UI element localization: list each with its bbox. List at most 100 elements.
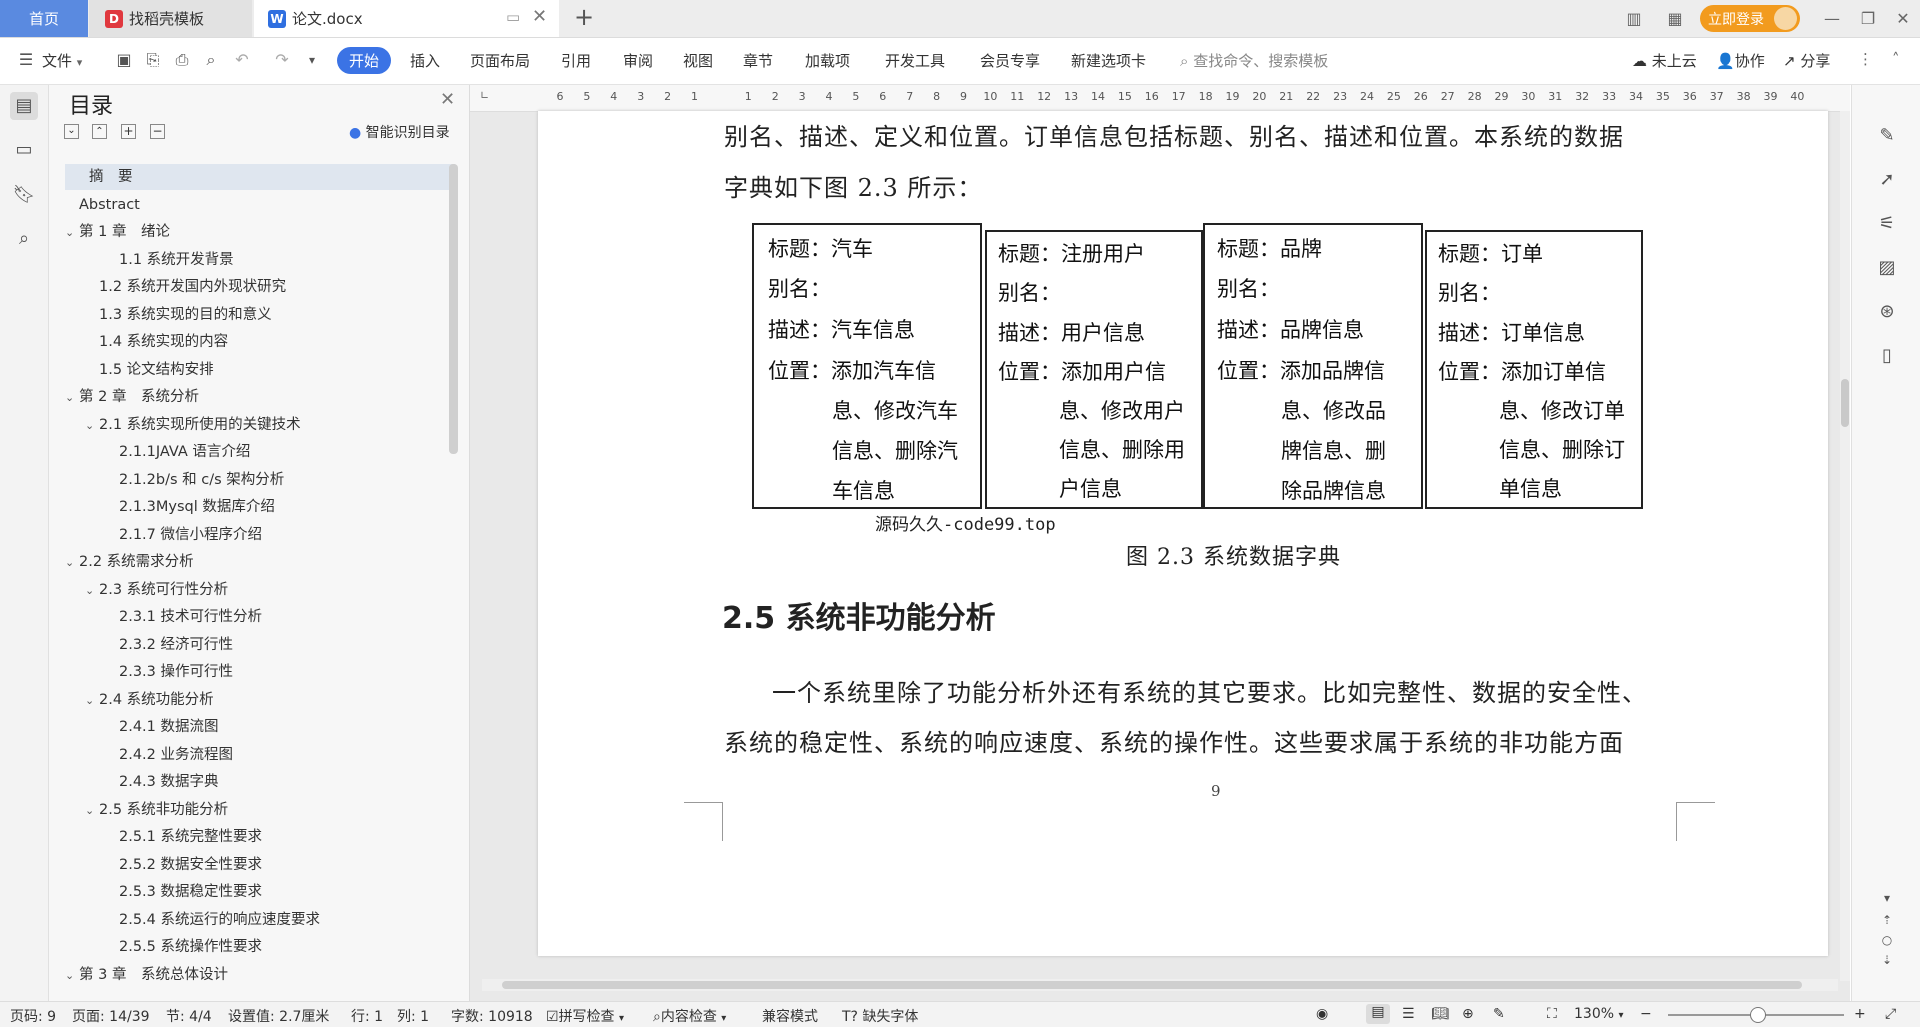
toc-item[interactable]: 2.5.5 系统操作性要求 bbox=[105, 934, 262, 960]
horizontal-ruler[interactable]: ∟ 6 5 4 3 2 1 1 2 3 4 5 6 7 8 9 10 11 12 13 14 15 16 17 18 19 20 2… bbox=[470, 85, 1860, 112]
status-pages[interactable]: 页面: 14/39 bbox=[72, 1006, 150, 1026]
expand-arrow-icon[interactable]: ⌄ bbox=[85, 413, 99, 439]
status-row[interactable]: 行: 1 bbox=[351, 1006, 383, 1026]
restore-icon[interactable]: ❐ bbox=[1856, 7, 1880, 31]
tab-reference[interactable]: 引用 bbox=[561, 50, 591, 71]
tab-chapter[interactable]: 章节 bbox=[743, 50, 773, 71]
toc-scrollbar[interactable] bbox=[449, 164, 458, 454]
toc-item[interactable]: ⌄ 2.1 系统实现所使用的关键技术 bbox=[85, 412, 301, 438]
write-mode-icon[interactable]: ✎ bbox=[1493, 1006, 1505, 1022]
close-window-icon[interactable]: ✕ bbox=[1891, 7, 1915, 31]
toc-item[interactable]: 2.5.2 数据安全性要求 bbox=[105, 852, 262, 878]
fullscreen-icon[interactable]: ⤢ bbox=[1885, 1006, 1896, 1022]
tab-document[interactable]: W 论文.docx ▭ ✕ bbox=[254, 0, 559, 37]
expand-arrow-icon[interactable]: ⌄ bbox=[85, 578, 99, 604]
collapse-all-icon[interactable]: ⌃ bbox=[92, 124, 107, 139]
expand-arrow-icon[interactable]: ⌄ bbox=[65, 220, 79, 246]
undo-icon[interactable]: ↶ bbox=[232, 50, 252, 70]
tab-template[interactable]: D 找稻壳模板 bbox=[89, 0, 252, 37]
chapter-nav-icon[interactable]: ▭ bbox=[10, 136, 38, 164]
outline-view-icon[interactable]: ☰ bbox=[1402, 1006, 1415, 1022]
toc-item[interactable]: 2.1.7 微信小程序介绍 bbox=[105, 522, 262, 548]
doc-hscroll-thumb[interactable] bbox=[502, 981, 1802, 989]
tab-review[interactable]: 审阅 bbox=[623, 50, 653, 71]
zoom-dropdown[interactable]: 130% ▾ bbox=[1574, 1006, 1624, 1022]
add-item-icon[interactable]: + bbox=[121, 124, 136, 139]
toc-item[interactable]: 1.2 系统开发国内外现状研究 bbox=[85, 274, 286, 300]
toc-icon[interactable]: ▤ bbox=[10, 92, 38, 120]
pen-icon[interactable]: ✎ bbox=[1874, 123, 1900, 149]
toc-item[interactable]: 2.4.1 数据流图 bbox=[105, 714, 219, 740]
page-view-icon[interactable]: ▤ bbox=[1366, 1004, 1390, 1024]
bookmark-icon[interactable]: 🔖︎ bbox=[10, 181, 38, 209]
file-menu[interactable]: 文件 ▾ bbox=[42, 50, 82, 71]
tab-developer[interactable]: 开发工具 bbox=[885, 50, 945, 71]
spell-check-button[interactable]: ☑拼写检查 ▾ bbox=[546, 1006, 624, 1026]
layout-icon[interactable]: ▥ bbox=[1622, 7, 1646, 31]
remove-item-icon[interactable]: − bbox=[150, 124, 165, 139]
toc-item[interactable]: 1.3 系统实现的目的和意义 bbox=[85, 302, 272, 328]
toc-item[interactable]: 1.1 系统开发背景 bbox=[105, 247, 234, 273]
toc-item[interactable]: 2.3.3 操作可行性 bbox=[105, 659, 233, 685]
toc-item[interactable]: 2.4.3 数据字典 bbox=[105, 769, 219, 795]
grid-icon[interactable]: ▦ bbox=[1663, 7, 1687, 31]
expand-all-icon[interactable]: ⌄ bbox=[64, 124, 79, 139]
toc-item[interactable]: Abstract bbox=[65, 192, 140, 218]
toc-item[interactable]: 2.5.1 系统完整性要求 bbox=[105, 824, 262, 850]
close-panel-icon[interactable]: ✕ bbox=[440, 89, 455, 110]
print-preview-icon[interactable]: ⌕ bbox=[201, 50, 221, 70]
status-words[interactable]: 字数: 10918 bbox=[451, 1006, 533, 1026]
tab-addins[interactable]: 加载项 bbox=[805, 50, 850, 71]
content-check-button[interactable]: ⌕内容检查 ▾ bbox=[653, 1006, 726, 1026]
export-pdf-icon[interactable]: ⎘ bbox=[143, 50, 163, 70]
status-col[interactable]: 列: 1 bbox=[397, 1006, 429, 1026]
more-icon[interactable]: ⋮ bbox=[1858, 50, 1873, 68]
zoom-slider-thumb[interactable] bbox=[1750, 1007, 1766, 1023]
toc-item[interactable]: ⌄ 2.2 系统需求分析 bbox=[65, 549, 194, 575]
toc-item[interactable]: 2.5.3 数据稳定性要求 bbox=[105, 879, 262, 905]
tab-view[interactable]: 视图 bbox=[683, 50, 713, 71]
document-page[interactable]: 别名、描述、定义和位置。订单信息包括标题、别名、描述和位置。本系统的数据 字典如… bbox=[538, 111, 1828, 956]
next-page-icon[interactable]: ⇣ bbox=[1874, 947, 1900, 973]
cloud-button[interactable]: ☁ 未上云 bbox=[1632, 50, 1697, 71]
search-icon[interactable]: ⌕ bbox=[10, 225, 38, 253]
toc-item[interactable]: 1.4 系统实现的内容 bbox=[85, 329, 228, 355]
share-button[interactable]: ↗ 分享 bbox=[1783, 50, 1830, 71]
fit-page-icon[interactable]: ⛶ bbox=[1547, 1006, 1557, 1022]
print-icon[interactable]: ⎙ bbox=[172, 50, 192, 70]
toc-item[interactable]: ⌄ 2.5 系统非功能分析 bbox=[85, 797, 228, 823]
read-view-icon[interactable]: 📖︎ bbox=[1431, 1006, 1449, 1022]
tab-insert[interactable]: 插入 bbox=[410, 50, 440, 71]
toc-item[interactable]: ⌄ 第 1 章 绪论 bbox=[65, 219, 170, 245]
adjust-icon[interactable]: ⚟ bbox=[1874, 211, 1900, 237]
image-icon[interactable]: ▨ bbox=[1874, 255, 1900, 281]
zoom-in-icon[interactable]: + bbox=[1854, 1006, 1866, 1022]
command-search[interactable]: ⌕ 查找命令、搜索模板 bbox=[1180, 50, 1328, 71]
toc-item[interactable]: ⌄ 2.3 系统可行性分析 bbox=[85, 577, 228, 603]
toc-item[interactable]: 2.4.2 业务流程图 bbox=[105, 742, 233, 768]
tab-new[interactable]: 新建选项卡 bbox=[1071, 50, 1146, 71]
tab-home[interactable]: 首页 bbox=[0, 0, 88, 37]
toc-item[interactable]: 2.3.1 技术可行性分析 bbox=[105, 604, 262, 630]
new-tab-icon[interactable]: + bbox=[574, 3, 594, 31]
missing-font-button[interactable]: T? 缺失字体 bbox=[842, 1006, 918, 1026]
book-icon[interactable]: ▯ bbox=[1874, 343, 1900, 369]
expand-arrow-icon[interactable]: ⌄ bbox=[85, 688, 99, 714]
eye-icon[interactable]: ◉ bbox=[1316, 1006, 1328, 1022]
customize-icon[interactable]: ▾ bbox=[302, 50, 322, 70]
toc-item[interactable]: ⌄ 第 2 章 系统分析 bbox=[65, 384, 199, 410]
web-view-icon[interactable]: ⊕ bbox=[1462, 1006, 1474, 1022]
redo-icon[interactable]: ↷ bbox=[272, 50, 292, 70]
toc-item[interactable]: 1.5 论文结构安排 bbox=[85, 357, 214, 383]
toc-item[interactable]: 2.1.2b/s 和 c/s 架构分析 bbox=[105, 467, 284, 493]
compass-icon[interactable]: ⊛ bbox=[1874, 299, 1900, 325]
toc-item[interactable]: ⌄ 第 3 章 系统总体设计 bbox=[65, 962, 228, 988]
close-tab-icon[interactable]: ✕ bbox=[532, 6, 547, 27]
minimize-icon[interactable]: — bbox=[1820, 7, 1844, 31]
toc-item[interactable]: 2.5.4 系统运行的响应速度要求 bbox=[105, 907, 320, 933]
save-icon[interactable]: ▣ bbox=[114, 50, 134, 70]
doc-vscroll-thumb[interactable] bbox=[1841, 379, 1849, 427]
tab-start[interactable]: 开始 bbox=[337, 47, 391, 74]
screen-icon[interactable]: ▭ bbox=[506, 8, 520, 26]
collab-button[interactable]: 👤协作 bbox=[1716, 50, 1765, 71]
